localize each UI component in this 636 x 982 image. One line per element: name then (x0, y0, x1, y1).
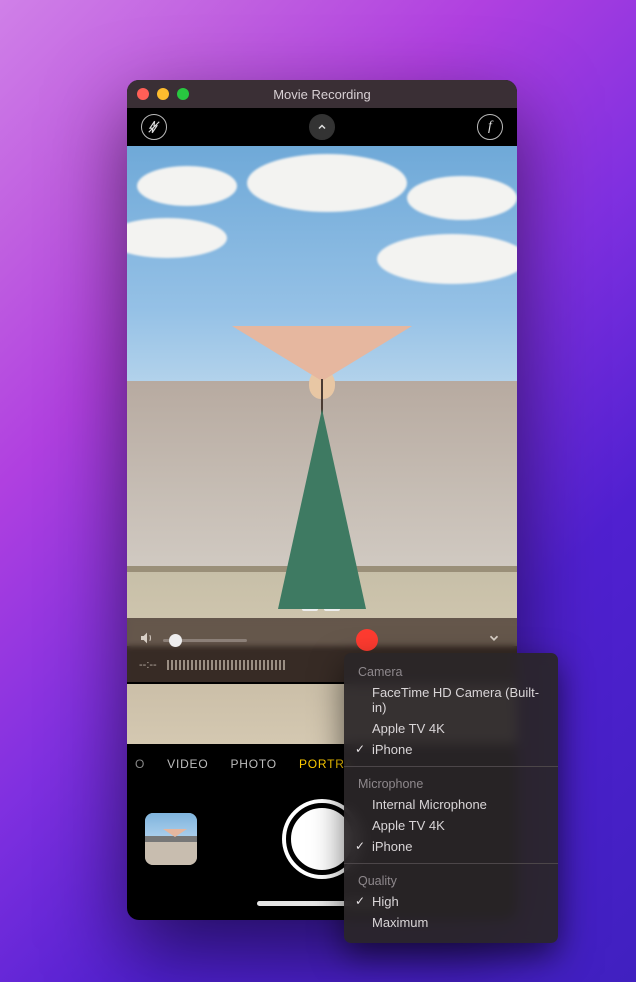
menu-item-appletv-camera[interactable]: Apple TV 4K (344, 718, 558, 739)
window-title: Movie Recording (127, 87, 517, 102)
volume-slider[interactable] (163, 639, 247, 642)
menu-section-quality: Quality (344, 870, 558, 891)
mode-video[interactable]: VIDEO (167, 757, 208, 771)
menu-item-iphone-camera[interactable]: iPhone (344, 739, 558, 760)
record-button[interactable] (356, 629, 378, 651)
menu-item-internal-mic[interactable]: Internal Microphone (344, 794, 558, 815)
menu-item-quality-maximum[interactable]: Maximum (344, 912, 558, 933)
menu-item-iphone-mic[interactable]: iPhone (344, 836, 558, 857)
recording-time: --:-- (139, 659, 157, 671)
menu-item-facetime-camera[interactable]: FaceTime HD Camera (Built-in) (344, 682, 558, 718)
menu-divider (344, 863, 558, 864)
recording-options-menu: Camera FaceTime HD Camera (Built-in) App… (344, 653, 558, 943)
titlebar[interactable]: Movie Recording (127, 80, 517, 108)
menu-section-microphone: Microphone (344, 773, 558, 794)
volume-icon (139, 630, 155, 651)
menu-item-quality-high[interactable]: High (344, 891, 558, 912)
aperture-icon[interactable]: f (477, 114, 503, 140)
volume-slider-knob[interactable] (169, 634, 182, 647)
camera-viewfinder[interactable] (127, 146, 517, 646)
audio-level-meter (167, 660, 287, 670)
menu-item-appletv-mic[interactable]: Apple TV 4K (344, 815, 558, 836)
mode-photo[interactable]: PHOTO (230, 757, 276, 771)
viewfinder-scene (127, 146, 517, 646)
flash-off-icon[interactable] (141, 114, 167, 140)
last-photo-thumbnail[interactable] (145, 813, 197, 865)
camera-top-bar: f (127, 108, 517, 146)
mode-prev-cut[interactable]: O (135, 757, 145, 771)
menu-divider (344, 766, 558, 767)
chevron-up-icon[interactable] (309, 114, 335, 140)
menu-section-camera: Camera (344, 661, 558, 682)
options-chevron-icon[interactable] (487, 631, 505, 650)
